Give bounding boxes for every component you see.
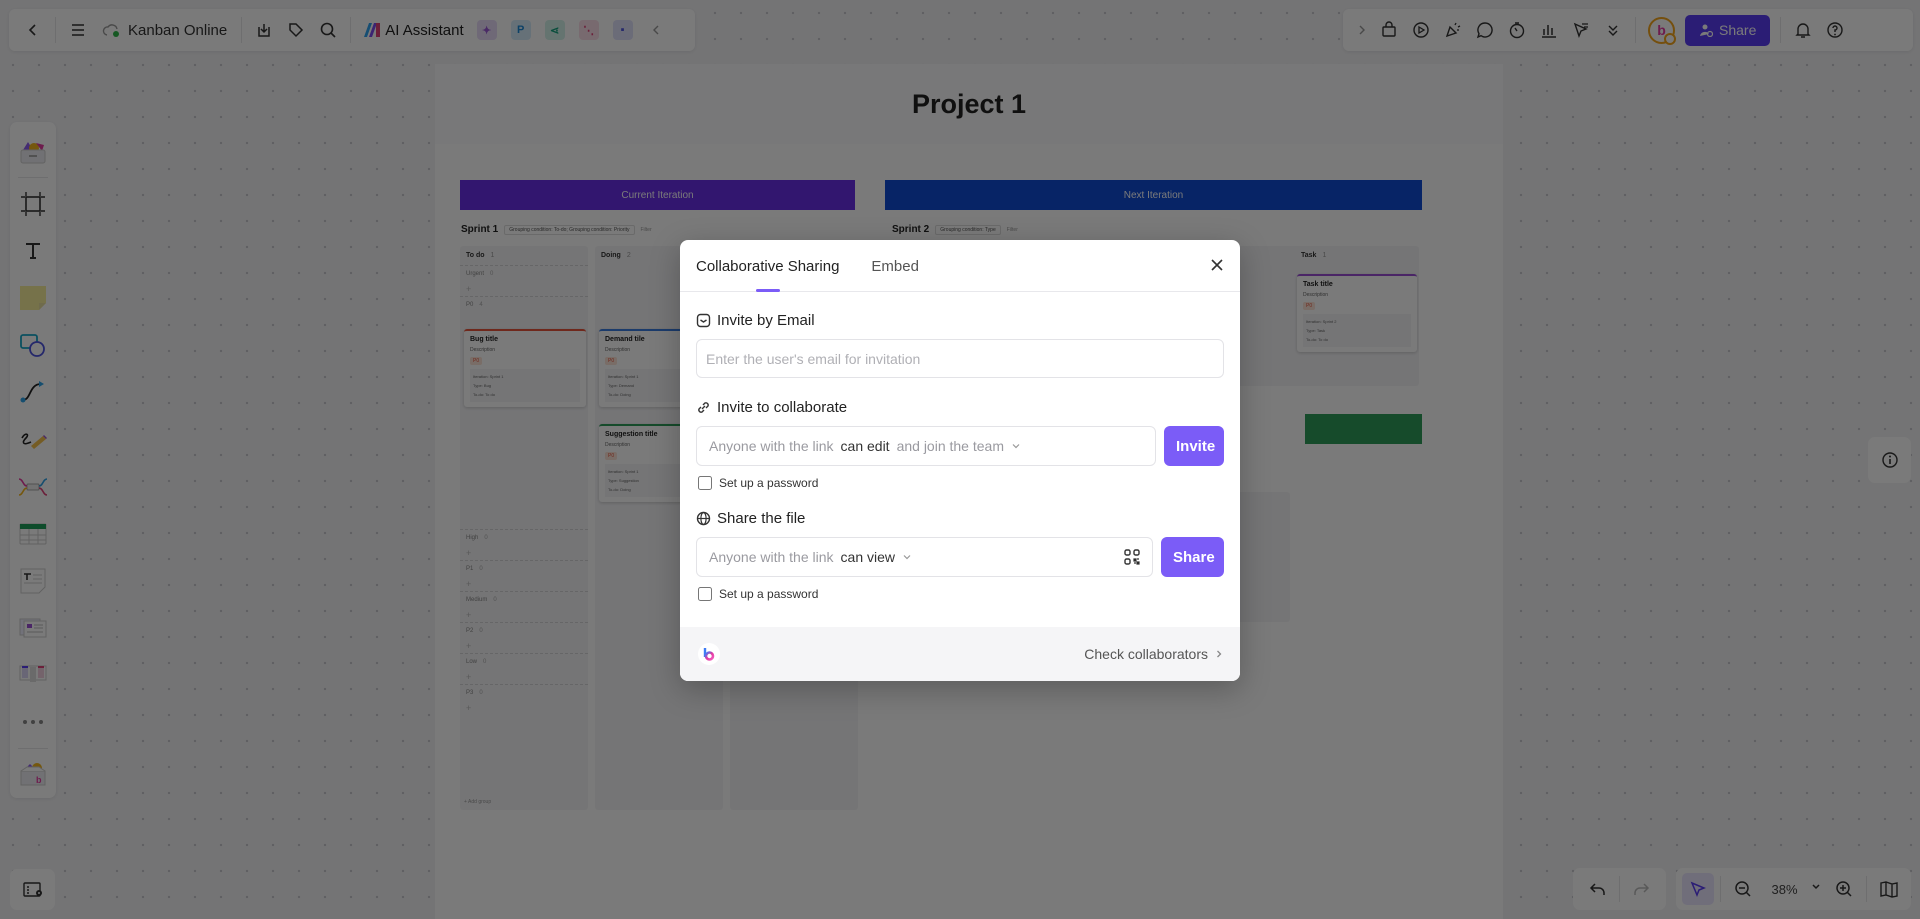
invite-password-checkbox[interactable] xyxy=(698,476,712,490)
invite-email-section: Invite by Email xyxy=(696,312,1224,329)
globe-icon xyxy=(696,511,711,526)
chevron-down-icon xyxy=(1012,444,1020,449)
link-permission: can edit xyxy=(840,438,890,454)
invite-email-title: Invite by Email xyxy=(717,312,815,329)
share-file-row: Anyone with the link can view Share xyxy=(696,537,1224,577)
check-collaborators-label: Check collaborators xyxy=(1084,646,1208,662)
chevron-down-icon xyxy=(903,555,911,560)
share-file-section: Share the file xyxy=(696,510,1224,527)
email-input[interactable] xyxy=(696,339,1224,378)
collaborator-avatar[interactable] xyxy=(698,643,720,665)
link-icon xyxy=(698,402,709,413)
invite-collab-section: Invite to collaborate xyxy=(696,399,1224,416)
chevron-right-icon xyxy=(1217,650,1222,658)
email-icon xyxy=(696,313,711,328)
qr-code-button[interactable] xyxy=(1124,549,1140,568)
check-collaborators-link[interactable]: Check collaborators xyxy=(1084,646,1224,662)
share-password-checkbox[interactable] xyxy=(698,587,712,601)
share-file-title: Share the file xyxy=(717,510,806,527)
share-dialog: Collaborative Sharing Embed Invite by Em… xyxy=(680,240,1240,681)
dialog-tabs: Collaborative Sharing Embed xyxy=(680,240,1240,292)
invite-collab-title: Invite to collaborate xyxy=(717,399,848,416)
tab-embed[interactable]: Embed xyxy=(871,258,919,291)
boardmix-logo-icon xyxy=(703,648,715,661)
dialog-footer: Check collaborators xyxy=(680,627,1240,681)
invite-collab-row: Anyone with the link can edit and join t… xyxy=(696,426,1224,466)
link-permission: can view xyxy=(840,549,895,565)
close-icon xyxy=(1211,259,1223,271)
link-scope: Anyone with the link xyxy=(709,549,834,565)
invite-password-label: Set up a password xyxy=(719,476,819,490)
dialog-body: Invite by Email Invite to collaborate An… xyxy=(680,312,1240,601)
edit-permission-select[interactable]: Anyone with the link can edit and join t… xyxy=(696,426,1156,466)
qr-code-icon xyxy=(1124,549,1140,565)
share-password-label: Set up a password xyxy=(719,587,819,601)
link-scope: Anyone with the link xyxy=(709,438,834,454)
view-permission-select[interactable]: Anyone with the link can view xyxy=(696,537,1153,577)
share-button[interactable]: Share xyxy=(1161,537,1224,577)
link-suffix: and join the team xyxy=(896,438,1004,454)
share-password-row: Set up a password xyxy=(698,587,1224,601)
invite-button[interactable]: Invite xyxy=(1164,426,1224,466)
invite-password-row: Set up a password xyxy=(698,476,1224,490)
close-button[interactable] xyxy=(1206,254,1228,276)
tab-collaborative-sharing[interactable]: Collaborative Sharing xyxy=(696,258,839,292)
